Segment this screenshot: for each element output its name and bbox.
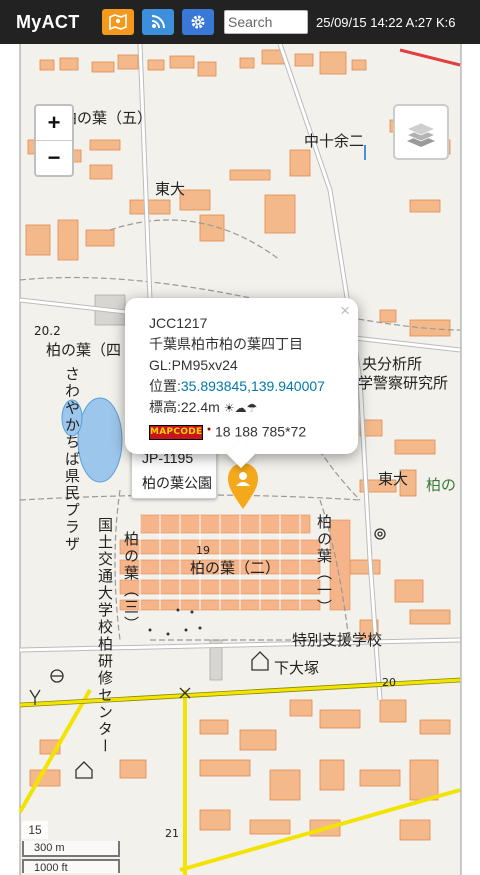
app-title[interactable]: MyACT <box>16 12 102 33</box>
map-view[interactable]: 柏の葉（五） 中十余二 東大 柏の葉（四 央分析所 学警察研究所 東大 柏の 柏… <box>0 44 480 875</box>
map-vertical-label: 柏の葉（三） <box>122 531 140 633</box>
broadcast-icon <box>151 15 165 29</box>
position-link[interactable]: 35.893845,139.940007 <box>181 378 325 394</box>
map-label: 下大塚 <box>274 659 320 677</box>
map-label: 央分析所 <box>362 355 423 373</box>
zoom-control: + − <box>34 104 74 177</box>
map-vertical-label: 柏の葉（一） <box>315 514 333 616</box>
map-label: 柏の <box>426 476 457 494</box>
location-marker[interactable] <box>226 462 260 510</box>
map-label: 21 <box>165 827 179 840</box>
popup-address: 千葉県柏市柏の葉四丁目 <box>149 336 303 352</box>
popup-position: 位置:35.893845,139.940007 <box>149 376 325 397</box>
status-readout: 25/09/15 14:22 A:27 K:6 <box>316 14 456 30</box>
zoom-out-button[interactable]: − <box>36 141 72 175</box>
map-vertical-label: 国土交通大学校柏研修センター <box>96 517 114 755</box>
layers-button[interactable] <box>393 104 449 160</box>
map-vertical-label: さわやかちば県民プラザ <box>63 366 81 553</box>
layers-icon <box>405 122 437 147</box>
popup-mapcode: MAPCODE ● 18 188 785*72 <box>149 423 307 441</box>
map-label: 20 <box>382 676 396 689</box>
map-label: 柏の葉（二） <box>190 559 281 577</box>
map-label: 19 <box>196 544 210 557</box>
map-label: 20.2 <box>34 324 61 338</box>
top-bar: MyACT 25/09/15 14:22 A:27 K:6 <box>0 0 480 44</box>
scale-metric: 300 m <box>22 841 120 857</box>
map-label: 東大 <box>155 180 186 198</box>
info-popup: × JCC1217 千葉県柏市柏の葉四丁目 GL:PM95xv24 位置:35.… <box>125 298 358 469</box>
mapcode-value: 18 188 785*72 <box>215 423 307 440</box>
map-pin-icon <box>109 14 127 30</box>
map-pin-button[interactable] <box>102 9 134 35</box>
weather-icon: ☀☁☂ <box>223 401 258 415</box>
popup-elevation: 標高:22.4m ☀☁☂ <box>149 397 325 419</box>
person-pin-icon <box>228 463 258 509</box>
settings-button[interactable] <box>182 9 214 35</box>
mapcode-logo[interactable]: MAPCODE <box>149 425 203 441</box>
marker-tooltip: JP-1195 柏の葉公園 <box>131 447 217 499</box>
position-label: 位置: <box>149 378 181 394</box>
broadcast-button[interactable] <box>142 9 174 35</box>
map-label: 東大 <box>378 470 409 488</box>
map-label: 中十余二 <box>304 132 365 150</box>
search-input[interactable] <box>224 10 308 34</box>
close-popup-button[interactable]: × <box>340 301 350 321</box>
map-label: 学警察研究所 <box>358 374 449 392</box>
gear-icon <box>191 15 205 29</box>
tooltip-name: 柏の葉公園 <box>142 475 212 491</box>
scale-imperial: 1000 ft <box>22 859 120 874</box>
popup-grid: GL:PM95xv24 <box>149 357 238 373</box>
map-label: 柏の葉（四 <box>46 341 122 359</box>
zoom-level: 15 <box>22 821 48 839</box>
map-label: 特別支援学校 <box>292 631 383 649</box>
zoom-in-button[interactable]: + <box>36 106 72 141</box>
popup-code: JCC1217 <box>149 315 208 331</box>
map-label: 柏の葉（五） <box>62 109 153 127</box>
elevation-text: 標高:22.4m <box>149 399 220 415</box>
popup-content: JCC1217 千葉県柏市柏の葉四丁目 GL:PM95xv24 位置:35.89… <box>149 313 325 443</box>
